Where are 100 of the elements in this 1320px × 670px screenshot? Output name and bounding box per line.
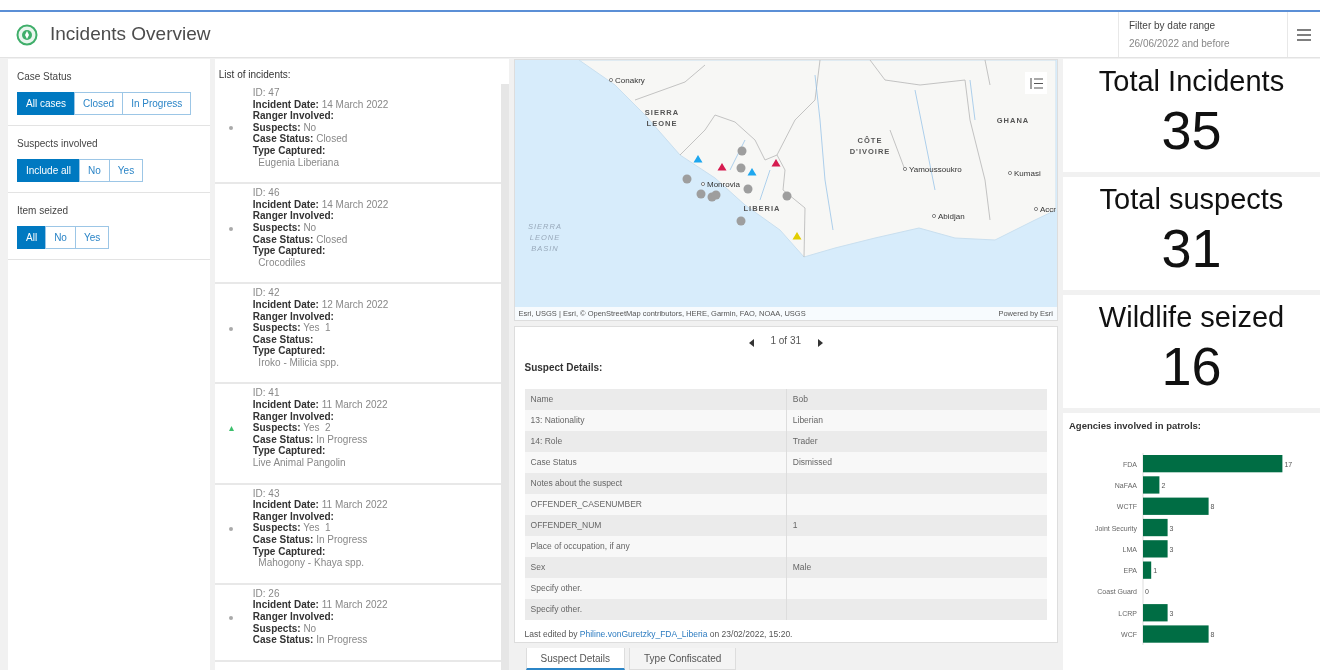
date-filter[interactable]: Filter by date range 26/06/2022 and before [1118, 12, 1288, 57]
indicator-value: 16 [1161, 335, 1222, 397]
incident-detail: Case Status: In Progress [252, 634, 369, 646]
incident-detail: Ranger Involved: [252, 410, 335, 423]
list-icon [1029, 77, 1043, 91]
incident-item[interactable]: ID: 42 Incident Date: 12 March 2022 Ranger Involved: Suspects: Yes 1 Case Status: Type Captured: Iroko - Milicia spp. [214, 284, 501, 385]
incident-detail: Case Status: Closed [252, 233, 349, 246]
triangle-marker-icon[interactable] [717, 163, 727, 171]
incident-detail: Ranger Involved: [252, 310, 335, 323]
dot-marker-icon [228, 615, 233, 620]
incident-detail: Ranger Involved: [252, 610, 335, 623]
map-point-icon[interactable] [736, 163, 746, 173]
incident-detail: Incident Date: 11 March 2022 [252, 499, 388, 511]
incident-item[interactable]: ID: 26 Incident Date: 11 March 2022 Ranger Involved: Suspects: No Case Status: In Progress [214, 584, 501, 662]
incident-item[interactable]: ID: 41 Incident Date: 11 March 2022 Ranger Involved: Suspects: Yes 2 Case Status: In Progress Type Captured: Live Animal Pangolin [214, 384, 501, 485]
incident-detail: ID: 46 [252, 187, 281, 199]
incident-detail: Ranger Involved: [252, 210, 335, 222]
table-cell: Male [792, 561, 812, 574]
bar [1143, 604, 1168, 622]
triangle-marker-icon[interactable] [693, 155, 703, 163]
dot-marker-icon [228, 126, 233, 131]
city-dot-icon [608, 78, 613, 82]
map-label: Conakry [614, 76, 645, 85]
table-cell: Notes about the suspect [530, 477, 623, 490]
map-point-icon[interactable] [737, 146, 747, 156]
filter-option[interactable]: No [79, 159, 110, 182]
incident-item[interactable]: ID: 47 Incident Date: 14 March 2022 Ranger Involved: Suspects: No Case Status: Closed Type Captured: Eugenia Liberiana [214, 84, 501, 185]
table-cell: Sex [530, 561, 546, 574]
triangle-marker-icon[interactable] [747, 168, 757, 176]
table-cell: Liberian [792, 414, 823, 427]
incident-detail: Case Status: [252, 333, 315, 346]
incident-detail: Type Captured: [252, 345, 327, 357]
incident-item[interactable]: ID: 46 Incident Date: 14 March 2022 Ranger Involved: Suspects: No Case Status: Closed Type Captured: Crocodiles [214, 184, 501, 285]
filter-label: Case Status [17, 70, 73, 84]
previous-icon [748, 338, 754, 347]
map-point-icon[interactable] [782, 191, 792, 201]
triangle-marker-icon[interactable] [792, 232, 802, 240]
tab[interactable]: Suspect Details [525, 648, 625, 670]
map-label: Accr [1039, 205, 1056, 214]
incident-detail: Ranger Involved: [252, 510, 335, 523]
bar [1143, 540, 1168, 558]
map-point-icon[interactable] [696, 189, 706, 199]
incident-detail: Type Captured: [252, 445, 327, 458]
incident-detail: Eugenia Liberiana [257, 156, 340, 169]
city-dot-icon [931, 214, 936, 218]
indicator-value: 31 [1161, 217, 1222, 279]
incident-detail: Suspects: No [252, 121, 318, 134]
incident-detail: ID: 42 [252, 287, 281, 299]
user-link[interactable]: Philine.vonGuretzky_FDA_Liberia [579, 629, 708, 639]
table-cell: Specify other. [530, 603, 583, 616]
table-cell: 13: Nationality [530, 414, 585, 427]
filter-option[interactable]: All [17, 226, 47, 249]
map-point-icon[interactable] [743, 184, 753, 194]
incident-detail: Incident Date: 11 March 2022 [252, 599, 388, 611]
map-point-icon[interactable] [736, 216, 746, 226]
filter-option[interactable]: Yes [108, 159, 144, 182]
incident-detail: ID: 41 [252, 387, 281, 400]
incident-detail: Incident Date: 12 March 2022 [252, 298, 389, 311]
filter-option[interactable]: In Progress [122, 92, 192, 115]
indicator-title: Wildlife seized [1098, 300, 1285, 335]
incident-detail: Suspects: Yes 1 [252, 322, 332, 334]
bar [1143, 497, 1209, 516]
filter-option[interactable]: Yes [74, 226, 110, 249]
bar [1143, 476, 1160, 494]
incident-detail: ID: 43 [252, 487, 281, 500]
indicator-title: Total suspects [1099, 182, 1284, 217]
table-cell: 1 [792, 519, 798, 532]
city-dot-icon [902, 167, 907, 171]
dot-marker-icon [228, 226, 233, 231]
city-dot-icon [700, 182, 705, 186]
page-counter: 1 of 31 [770, 334, 802, 348]
logo-icon [16, 23, 38, 46]
indicator-value: 35 [1161, 99, 1222, 161]
incident-detail: Suspects: Yes 2 [252, 422, 332, 434]
table-cell: Specify other. [530, 582, 583, 595]
incident-item[interactable]: ID: 43 Incident Date: 11 March 2022 Ranger Involved: Suspects: Yes 1 Case Status: In Progress Type Captured: Mahogony - Khaya spp. [214, 484, 501, 585]
table-cell: Name [530, 393, 554, 406]
incident-detail: ID: 47 [252, 87, 281, 99]
app-title: Incidents Overview [50, 22, 211, 47]
tab[interactable]: Type Confiscated [629, 648, 737, 670]
triangle-marker-icon[interactable] [771, 159, 781, 167]
dot-marker-icon [228, 326, 233, 331]
map-label: Monrovia [706, 180, 740, 189]
filter-option[interactable]: No [45, 226, 76, 249]
filter-option[interactable]: All cases [17, 92, 75, 115]
table-cell: Bob [792, 393, 808, 406]
legend-button[interactable] [1025, 72, 1047, 94]
triangle-marker-icon [228, 426, 234, 432]
incident-detail: Live Animal Pangolin [252, 457, 347, 469]
incident-detail: Incident Date: 14 March 2022 [252, 198, 389, 211]
incident-detail: Type Captured: [252, 144, 327, 157]
incident-detail: Case Status: Closed [252, 133, 349, 145]
filter-option[interactable]: Closed [74, 92, 124, 115]
bar [1143, 625, 1209, 643]
map-point-icon[interactable] [682, 174, 692, 184]
map-label: Kumasi [1013, 169, 1041, 178]
incident-detail: Incident Date: 14 March 2022 [252, 98, 389, 111]
filter-option[interactable]: Include all [17, 159, 81, 182]
table-cell: OFFENDER_NUM [530, 519, 602, 532]
map-point-icon[interactable] [711, 190, 721, 200]
